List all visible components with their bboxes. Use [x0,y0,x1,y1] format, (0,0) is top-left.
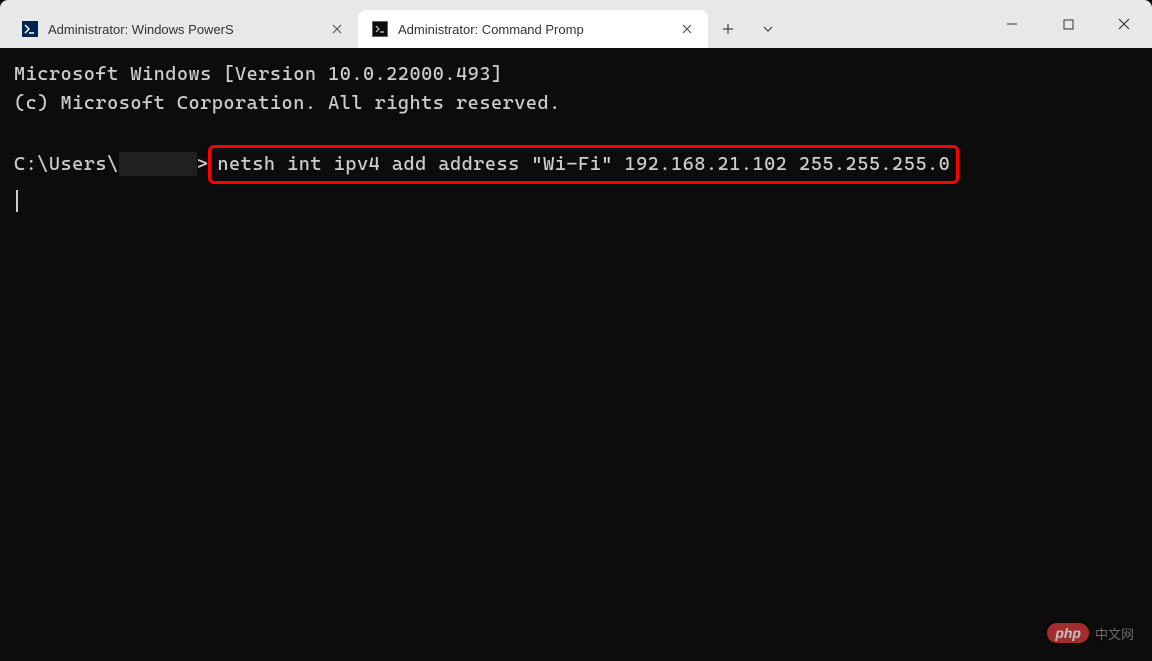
cmd-icon [372,21,388,37]
title-bar: Administrator: Windows PowerS Administra… [0,0,1152,48]
command-highlight: netsh int ipv4 add address "Wi-Fi" 192.1… [208,145,959,184]
maximize-button[interactable] [1040,0,1096,48]
powershell-icon [22,21,38,37]
tab-dropdown-button[interactable] [748,10,788,48]
window-controls [984,0,1152,48]
prompt-path-prefix: C:\Users\ [14,150,119,179]
tab-powershell[interactable]: Administrator: Windows PowerS [8,10,358,48]
watermark: php 中文网 [1047,623,1134,643]
command-prompt-line: C:\Users\ > netsh int ipv4 add address "Wi… [14,145,1138,184]
copyright-line: (c) Microsoft Corporation. All rights re… [14,89,1138,118]
tab-close-button[interactable] [328,20,346,38]
close-window-button[interactable] [1096,0,1152,48]
watermark-text: 中文网 [1095,624,1134,643]
prompt-suffix: > [197,150,209,179]
version-line: Microsoft Windows [Version 10.0.22000.49… [14,60,1138,89]
new-tab-button[interactable] [708,10,748,48]
tab-title: Administrator: Windows PowerS [48,22,318,37]
tab-strip: Administrator: Windows PowerS Administra… [0,0,984,48]
tab-title: Administrator: Command Promp [398,22,668,37]
tab-close-button[interactable] [678,20,696,38]
watermark-logo: php [1047,623,1089,643]
redacted-username [119,152,197,176]
text-cursor [16,190,18,212]
terminal-output[interactable]: Microsoft Windows [Version 10.0.22000.49… [0,48,1152,232]
minimize-button[interactable] [984,0,1040,48]
tab-cmd[interactable]: Administrator: Command Promp [358,10,708,48]
command-text: netsh int ipv4 add address "Wi-Fi" 192.1… [217,153,950,175]
